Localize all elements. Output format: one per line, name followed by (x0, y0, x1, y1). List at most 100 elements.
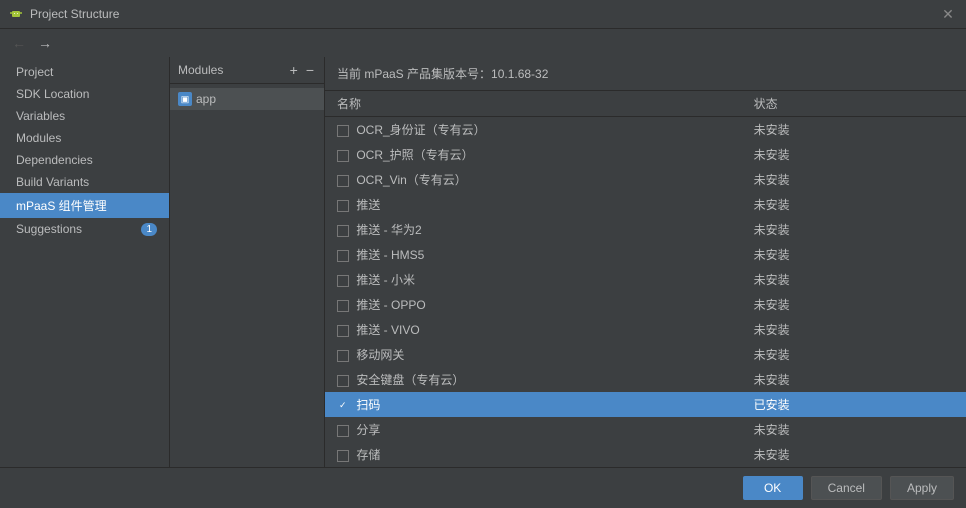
table-cell-name: 推送 (325, 192, 742, 217)
row-checkbox[interactable] (337, 150, 349, 162)
sidebar: Project SDK Location Variables Modules D… (0, 57, 170, 467)
module-item-app[interactable]: ▣ app (170, 88, 324, 110)
right-panel: 当前 mPaaS 产品集版本号：10.1.68-32 名称 状态 OCR_身份证… (325, 57, 966, 467)
table-header-row: 名称 状态 (325, 91, 966, 117)
table-cell-status: 未安装 (742, 242, 966, 267)
modules-controls: + − (288, 63, 316, 77)
dialog-title: Project Structure (30, 7, 119, 21)
table-cell-name: OCR_Vin（专有云） (325, 167, 742, 192)
table-cell-status: 未安装 (742, 317, 966, 342)
sidebar-item-mpaas[interactable]: mPaaS 组件管理 (0, 193, 169, 218)
sidebar-item-project[interactable]: Project (0, 61, 169, 83)
sidebar-item-dependencies[interactable]: Dependencies (0, 149, 169, 171)
table-cell-status: 未安装 (742, 167, 966, 192)
table-cell-name: 安全键盘（专有云） (325, 367, 742, 392)
row-checkbox[interactable] (337, 400, 349, 412)
table-cell-name: 推送 - 华为2 (325, 217, 742, 242)
table-cell-name: 推送 - HMS5 (325, 242, 742, 267)
table-row[interactable]: 移动网关未安装 (325, 342, 966, 367)
table-cell-name: 扫码 (325, 392, 742, 417)
table-cell-status: 未安装 (742, 367, 966, 392)
nav-arrows: ← → (0, 29, 966, 57)
sidebar-item-suggestions[interactable]: Suggestions 1 (0, 218, 169, 240)
components-table: 名称 状态 OCR_身份证（专有云）未安装 OCR_护照（专有云）未安装 OCR… (325, 91, 966, 467)
ok-button[interactable]: OK (743, 476, 803, 500)
sidebar-item-sdk-location[interactable]: SDK Location (0, 83, 169, 105)
forward-button[interactable]: → (34, 33, 56, 53)
table-cell-status: 未安装 (742, 192, 966, 217)
back-button[interactable]: ← (8, 33, 30, 53)
sidebar-item-modules[interactable]: Modules (0, 127, 169, 149)
table-cell-name: 分享 (325, 417, 742, 442)
table-row[interactable]: 推送 - OPPO未安装 (325, 292, 966, 317)
modules-panel: Modules + − ▣ app (170, 57, 325, 467)
table-row[interactable]: 推送 - HMS5未安装 (325, 242, 966, 267)
table-row[interactable]: 安全键盘（专有云）未安装 (325, 367, 966, 392)
table-cell-status: 未安装 (742, 292, 966, 317)
module-app-icon: ▣ (178, 92, 192, 106)
main-content: Project SDK Location Variables Modules D… (0, 57, 966, 467)
add-module-button[interactable]: + (288, 63, 300, 77)
table-row[interactable]: 推送 - 小米未安装 (325, 267, 966, 292)
table-cell-status: 未安装 (742, 267, 966, 292)
table-cell-status: 未安装 (742, 142, 966, 167)
table-row[interactable]: OCR_Vin（专有云）未安装 (325, 167, 966, 192)
row-checkbox[interactable] (337, 425, 349, 437)
table-row[interactable]: 扫码已安装 (325, 392, 966, 417)
components-table-container[interactable]: 名称 状态 OCR_身份证（专有云）未安装 OCR_护照（专有云）未安装 OCR… (325, 91, 966, 467)
col-header-name: 名称 (325, 91, 742, 117)
row-checkbox[interactable] (337, 350, 349, 362)
cancel-button[interactable]: Cancel (811, 476, 882, 500)
remove-module-button[interactable]: − (304, 63, 316, 77)
table-cell-name: 移动网关 (325, 342, 742, 367)
table-cell-name: 推送 - OPPO (325, 292, 742, 317)
table-row[interactable]: OCR_护照（专有云）未安装 (325, 142, 966, 167)
sidebar-item-variables[interactable]: Variables (0, 105, 169, 127)
table-row[interactable]: 推送 - VIVO未安装 (325, 317, 966, 342)
row-checkbox[interactable] (337, 325, 349, 337)
table-row[interactable]: 分享未安装 (325, 417, 966, 442)
row-checkbox[interactable] (337, 275, 349, 287)
title-bar-controls: ✕ (940, 6, 956, 22)
table-row[interactable]: 存储未安装 (325, 442, 966, 467)
close-button[interactable]: ✕ (940, 6, 956, 22)
table-cell-name: 推送 - 小米 (325, 267, 742, 292)
title-bar: Project Structure ✕ (0, 0, 966, 29)
table-cell-status: 已安装 (742, 392, 966, 417)
table-cell-name: OCR_身份证（专有云） (325, 117, 742, 143)
footer: OK Cancel Apply (0, 467, 966, 508)
table-body: OCR_身份证（专有云）未安装 OCR_护照（专有云）未安装 OCR_Vin（专… (325, 117, 966, 468)
modules-header: Modules + − (170, 57, 324, 84)
suggestions-label: Suggestions (16, 222, 82, 236)
row-checkbox[interactable] (337, 125, 349, 137)
sidebar-item-build-variants[interactable]: Build Variants (0, 171, 169, 193)
row-checkbox[interactable] (337, 225, 349, 237)
table-row[interactable]: OCR_身份证（专有云）未安装 (325, 117, 966, 143)
col-header-status: 状态 (742, 91, 966, 117)
row-checkbox[interactable] (337, 375, 349, 387)
table-cell-status: 未安装 (742, 342, 966, 367)
table-cell-status: 未安装 (742, 417, 966, 442)
title-bar-left: Project Structure (8, 6, 119, 22)
table-row[interactable]: 推送未安装 (325, 192, 966, 217)
row-checkbox[interactable] (337, 200, 349, 212)
row-checkbox[interactable] (337, 300, 349, 312)
row-checkbox[interactable] (337, 450, 349, 462)
table-row[interactable]: 推送 - 华为2未安装 (325, 217, 966, 242)
modules-list: ▣ app (170, 84, 324, 467)
row-checkbox[interactable] (337, 250, 349, 262)
table-cell-status: 未安装 (742, 442, 966, 467)
table-cell-name: 存储 (325, 442, 742, 467)
row-checkbox[interactable] (337, 175, 349, 187)
dialog: Project Structure ✕ ← → Project SDK Loca… (0, 0, 966, 508)
table-cell-status: 未安装 (742, 117, 966, 143)
apply-button[interactable]: Apply (890, 476, 954, 500)
suggestions-badge: 1 (141, 223, 157, 236)
modules-title: Modules (178, 63, 223, 77)
panel-header: 当前 mPaaS 产品集版本号：10.1.68-32 (325, 57, 966, 91)
table-cell-name: OCR_护照（专有云） (325, 142, 742, 167)
table-cell-status: 未安装 (742, 217, 966, 242)
module-app-label: app (196, 92, 216, 106)
android-icon (8, 6, 24, 22)
table-cell-name: 推送 - VIVO (325, 317, 742, 342)
